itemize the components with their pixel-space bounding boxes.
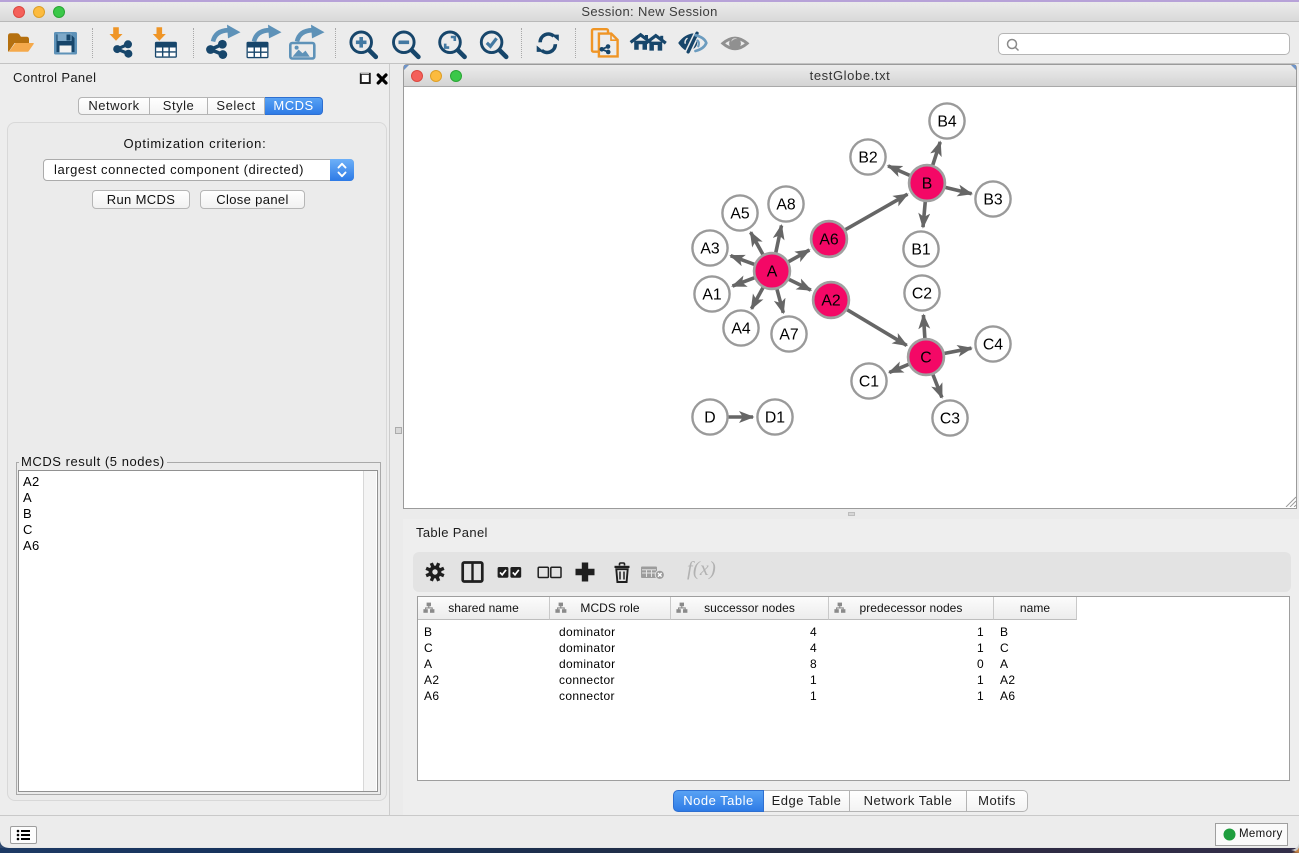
svg-text:B2: B2 bbox=[858, 150, 877, 167]
svg-text:C2: C2 bbox=[912, 286, 932, 303]
svg-text:D: D bbox=[704, 410, 715, 427]
svg-text:A1: A1 bbox=[702, 287, 722, 304]
svg-text:A3: A3 bbox=[700, 241, 720, 258]
svg-text:A: A bbox=[767, 264, 778, 281]
svg-text:A2: A2 bbox=[821, 293, 840, 310]
svg-text:B4: B4 bbox=[937, 114, 957, 131]
svg-text:C3: C3 bbox=[940, 411, 960, 428]
svg-text:B: B bbox=[922, 176, 933, 193]
svg-text:A5: A5 bbox=[730, 206, 750, 223]
svg-text:A6: A6 bbox=[819, 232, 839, 249]
svg-text:C4: C4 bbox=[983, 337, 1003, 354]
svg-text:B1: B1 bbox=[911, 242, 931, 259]
svg-text:C: C bbox=[920, 350, 931, 367]
svg-text:B3: B3 bbox=[983, 192, 1003, 209]
svg-text:A4: A4 bbox=[731, 321, 751, 338]
svg-text:D1: D1 bbox=[765, 410, 785, 427]
svg-text:A7: A7 bbox=[779, 327, 798, 344]
svg-text:C1: C1 bbox=[859, 374, 879, 391]
svg-text:A8: A8 bbox=[776, 197, 796, 214]
